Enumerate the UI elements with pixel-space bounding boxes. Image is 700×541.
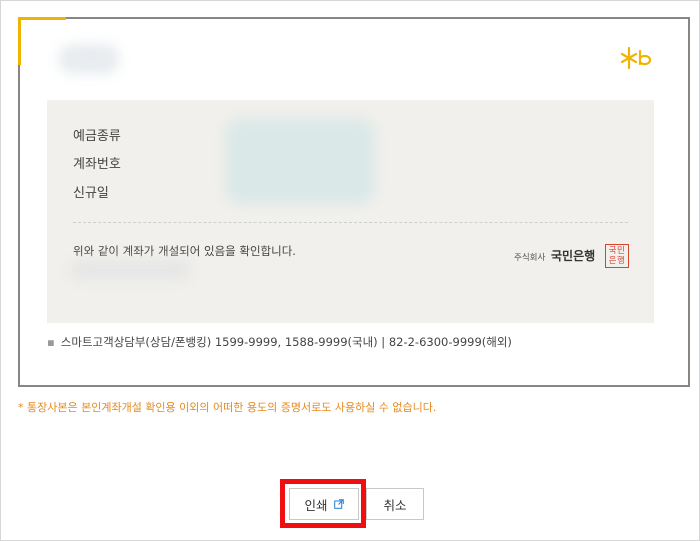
bank-seal-stamp: 국민 은행	[605, 244, 629, 268]
seal-line-2: 은행	[608, 256, 626, 266]
bullet-icon: ▪	[47, 335, 55, 349]
card-corner-accent-vertical	[18, 17, 21, 65]
usage-notice: * 통장사본은 본인계좌개설 확인용 이외의 어떠한 용도의 증명서로도 사용하…	[18, 401, 437, 414]
panel-divider	[73, 222, 628, 223]
external-link-icon	[333, 499, 344, 509]
redacted-account-values	[225, 118, 375, 204]
cancel-button[interactable]: 취소	[366, 488, 424, 520]
deposit-type-label: 예금종류	[73, 129, 121, 144]
contact-info: ▪ 스마트고객상담부(상담/폰뱅킹) 1599-9999, 1588-9999(국…	[47, 334, 512, 350]
kb-logo-icon	[620, 46, 652, 70]
opened-date-label: 신규일	[73, 186, 109, 201]
redacted-account-holder	[58, 44, 120, 74]
seal-line-1: 국민	[608, 246, 626, 256]
account-number-label: 계좌번호	[73, 157, 121, 172]
confirmation-text: 위와 같이 계좌가 개설되어 있음을 확인합니다.	[73, 244, 296, 258]
redacted-date	[70, 260, 190, 280]
card-corner-accent	[18, 17, 66, 20]
print-button[interactable]: 인쇄	[289, 488, 359, 520]
contact-text: 스마트고객상담부(상담/폰뱅킹) 1599-9999, 1588-9999(국내…	[60, 335, 512, 349]
corp-prefix: 주식회사	[514, 253, 546, 263]
bank-name: 국민은행	[551, 249, 596, 263]
print-button-label: 인쇄	[304, 497, 328, 513]
